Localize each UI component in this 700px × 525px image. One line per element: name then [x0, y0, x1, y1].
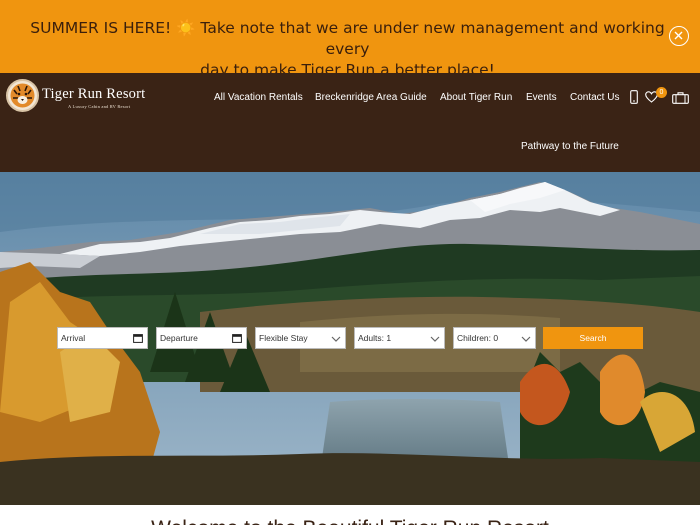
- hero-banner: Arrival Departure Flexible Stay Adults: …: [0, 172, 700, 505]
- announcement-text: SUMMER IS HERE! ☀️ Take note that we are…: [30, 18, 665, 81]
- flexible-stay-select[interactable]: Flexible Stay: [255, 327, 346, 349]
- favorites-count-badge: 0: [656, 87, 667, 98]
- nav-contact-us[interactable]: Contact Us: [570, 92, 619, 103]
- adults-select[interactable]: Adults: 1: [354, 327, 445, 349]
- welcome-section: Welcome to the Beautiful Tiger Run Resor…: [0, 505, 700, 525]
- nav-events[interactable]: Events: [526, 92, 557, 103]
- site-logo[interactable]: Tiger Run Resort A Luxury Cabin and RV R…: [6, 79, 166, 117]
- tiger-head-icon: [6, 79, 39, 112]
- chevron-down-icon: [521, 336, 531, 342]
- sun-icon: ☀️: [176, 19, 196, 37]
- welcome-heading: Welcome to the Beautiful Tiger Run Resor…: [0, 517, 700, 525]
- chevron-down-icon: [430, 336, 440, 342]
- site-header: Tiger Run Resort A Luxury Cabin and RV R…: [0, 73, 700, 172]
- children-value: Children: 0: [457, 333, 499, 343]
- nav-breckenridge-area-guide[interactable]: Breckenridge Area Guide: [315, 92, 427, 103]
- brand-title: Tiger Run Resort: [42, 86, 146, 102]
- departure-label: Departure: [160, 333, 198, 343]
- announcement-line1-start: SUMMER IS HERE!: [30, 19, 177, 37]
- announcement-bar: SUMMER IS HERE! ☀️ Take note that we are…: [0, 0, 700, 79]
- adults-value: Adults: 1: [358, 333, 392, 343]
- arrival-label: Arrival: [61, 333, 86, 343]
- calendar-icon: [133, 334, 143, 343]
- arrival-date-input[interactable]: Arrival: [57, 327, 148, 349]
- stay-value: Flexible Stay: [259, 333, 308, 343]
- luggage-icon[interactable]: [672, 92, 689, 104]
- phone-icon[interactable]: [630, 90, 638, 104]
- departure-date-input[interactable]: Departure: [156, 327, 247, 349]
- calendar-icon: [232, 334, 242, 343]
- close-icon: [674, 31, 683, 40]
- nav-pathway-to-the-future[interactable]: Pathway to the Future: [521, 141, 619, 152]
- nav-about-tiger-run[interactable]: About Tiger Run: [440, 92, 512, 103]
- search-button[interactable]: Search: [543, 327, 643, 349]
- children-select[interactable]: Children: 0: [453, 327, 536, 349]
- brand-subtitle: A Luxury Cabin and RV Resort: [68, 104, 131, 109]
- chevron-down-icon: [331, 336, 341, 342]
- nav-all-vacation-rentals[interactable]: All Vacation Rentals: [214, 92, 303, 103]
- close-announcement-button[interactable]: [669, 26, 689, 46]
- announcement-line1-end: Take note that we are under new manageme…: [195, 19, 665, 58]
